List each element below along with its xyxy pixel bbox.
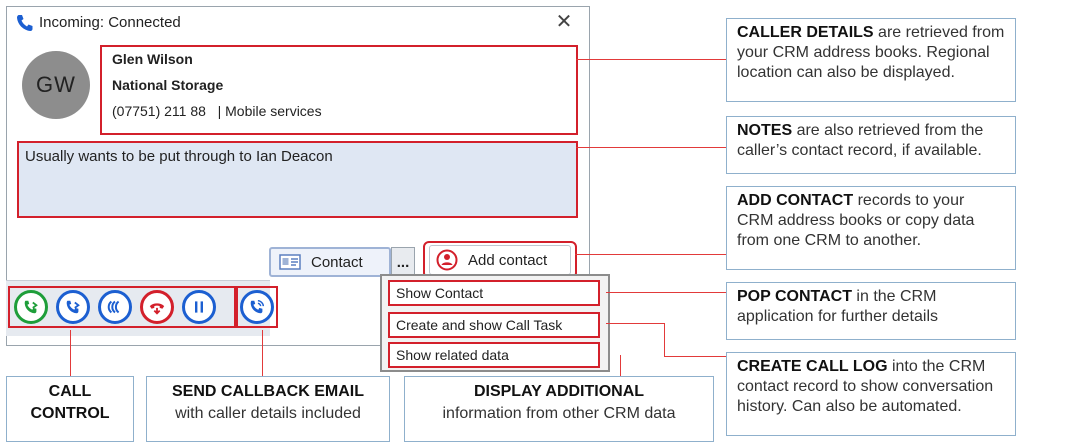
add-contact-button[interactable]: Add contact xyxy=(429,245,571,275)
call-answer-icon[interactable] xyxy=(14,290,48,324)
connector-pop xyxy=(606,292,726,293)
close-button[interactable]: ✕ xyxy=(552,9,576,34)
callout-call-control-line1: CALL xyxy=(48,383,92,400)
callout-display-additional-head: DISPLAY ADDITIONAL xyxy=(473,383,645,400)
more-options-button[interactable]: ... xyxy=(391,247,415,277)
callout-caller-details-head: CALLER DETAILS xyxy=(737,24,874,41)
contact-button[interactable]: Contact xyxy=(269,247,391,277)
callout-send-callback-head: SEND CALLBACK EMAIL xyxy=(172,383,364,400)
callout-add-contact-head: ADD CONTACT xyxy=(737,192,854,209)
callout-notes: NOTES are also retrieved from the caller… xyxy=(726,116,1016,174)
menu-item-show-contact[interactable]: Show Contact xyxy=(388,280,600,306)
caller-name: Glen Wilson xyxy=(112,51,193,67)
callout-send-callback: SEND CALLBACK EMAIL with caller details … xyxy=(146,376,390,442)
contact-card-icon xyxy=(279,254,301,270)
add-contact-label: Add contact xyxy=(468,251,548,269)
more-options-menu: Show Contact Create and show Call Task S… xyxy=(380,274,610,372)
connector-log-h1 xyxy=(606,323,664,324)
avatar: GW xyxy=(22,51,90,119)
contact-button-label: Contact xyxy=(311,253,363,271)
callout-caller-details: CALLER DETAILS are retrieved from your C… xyxy=(726,18,1016,102)
caller-phone: (07751) 211 88 | Mobile services xyxy=(112,103,322,119)
add-contact-icon xyxy=(436,249,458,271)
title-bar: Incoming: Connected ✕ xyxy=(7,7,589,39)
callout-create-call-log-head: CREATE CALL LOG xyxy=(737,358,888,375)
callout-pop-contact-head: POP CONTACT xyxy=(737,288,852,305)
pause-icon[interactable] xyxy=(182,290,216,324)
connector-caller xyxy=(576,59,726,60)
call-transfer-icon[interactable] xyxy=(56,290,90,324)
callback-icon[interactable] xyxy=(240,290,274,324)
connector-log-v xyxy=(664,323,665,356)
connector-callcontrol xyxy=(70,330,71,376)
caller-company: National Storage xyxy=(112,77,224,93)
connector-related xyxy=(620,355,621,377)
callout-pop-contact: POP CONTACT in the CRM application for f… xyxy=(726,282,1016,340)
callout-display-additional: DISPLAY ADDITIONAL information from othe… xyxy=(404,376,714,442)
callout-add-contact: ADD CONTACT records to your CRM address … xyxy=(726,186,1016,270)
caller-details-box: Glen Wilson National Storage (07751) 211… xyxy=(100,45,578,135)
callout-call-control: CALL CONTROL xyxy=(6,376,134,442)
hangup-icon[interactable] xyxy=(140,290,174,324)
connector-notes xyxy=(576,147,726,148)
menu-item-show-related-data[interactable]: Show related data xyxy=(388,342,600,368)
window-title: Incoming: Connected xyxy=(39,14,181,31)
callout-notes-head: NOTES xyxy=(737,122,793,139)
menu-item-create-call-task[interactable]: Create and show Call Task xyxy=(388,312,600,338)
notes-field[interactable]: Usually wants to be put through to Ian D… xyxy=(17,141,578,218)
callout-call-control-line2: CONTROL xyxy=(30,405,110,422)
callout-create-call-log: CREATE CALL LOG into the CRM contact rec… xyxy=(726,352,1016,436)
connector-callback xyxy=(262,330,263,376)
callout-display-additional-text: information from other CRM data xyxy=(442,405,676,422)
connector-add xyxy=(575,254,726,255)
phone-icon xyxy=(17,15,33,31)
notes-text: Usually wants to be put through to Ian D… xyxy=(25,148,333,165)
callout-send-callback-text: with caller details included xyxy=(175,405,361,422)
conference-icon[interactable] xyxy=(98,290,132,324)
connector-log-h2 xyxy=(664,356,726,357)
